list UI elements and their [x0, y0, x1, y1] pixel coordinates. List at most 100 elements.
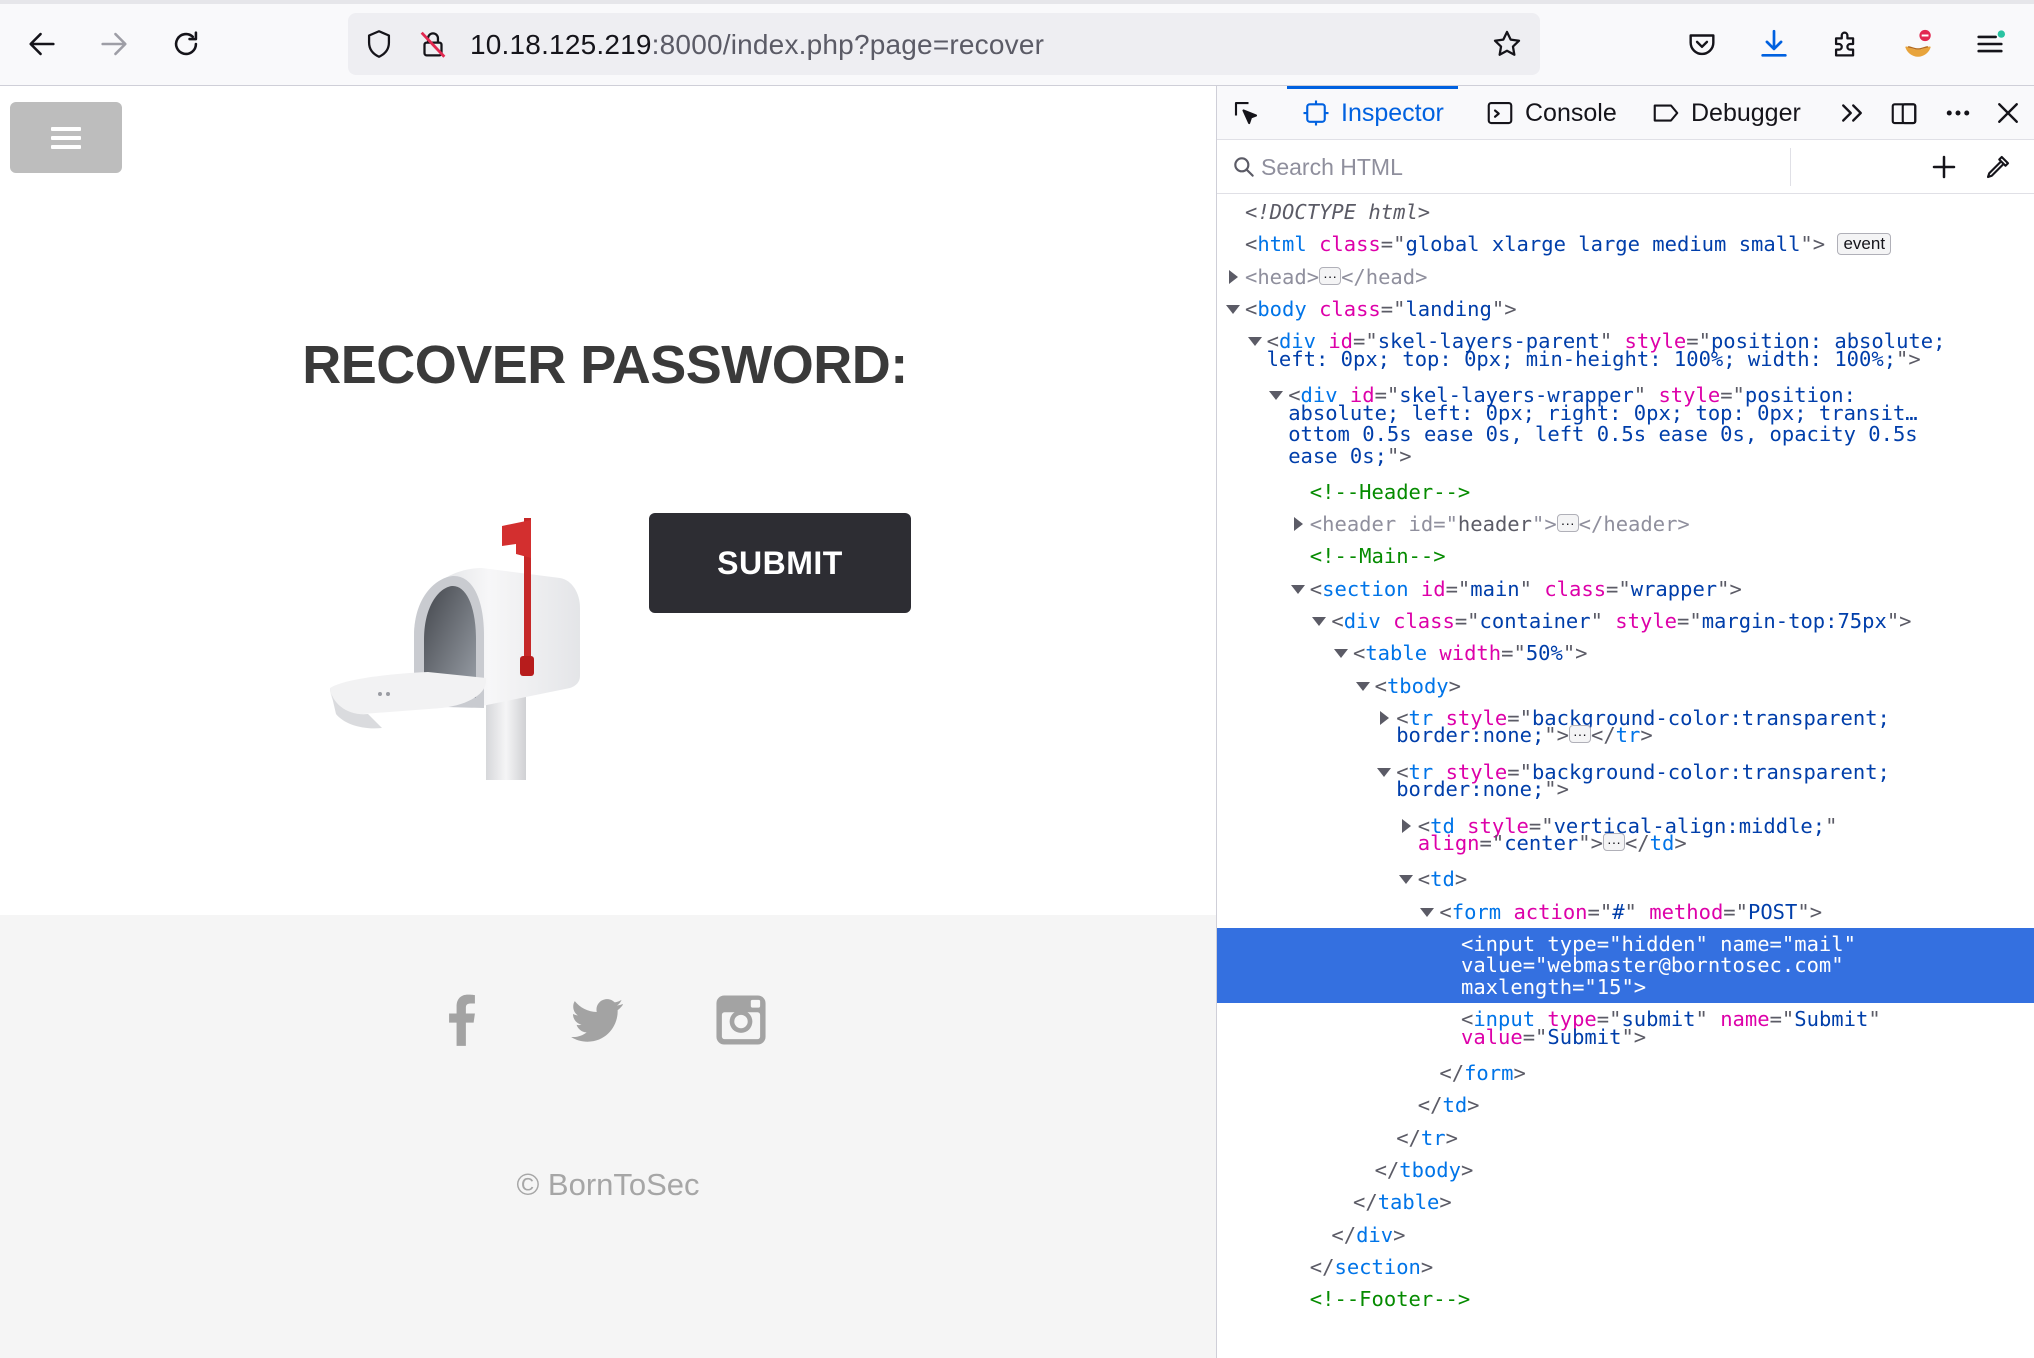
- markup-line: left: 0px; top: 0px; min-height: 100%; w…: [1266, 346, 1921, 371]
- expand-triangle-icon[interactable]: [1398, 875, 1413, 885]
- tab-inspector-label: Inspector: [1341, 98, 1444, 127]
- markup-line: <tbody>: [1374, 673, 1461, 698]
- markup-node[interactable]: </form>: [1217, 1057, 2034, 1089]
- browser-toolbar: 10.18.125.219:8000/index.php?page=recove…: [0, 0, 2034, 86]
- reload-icon[interactable]: [162, 20, 210, 68]
- markup-line: <form action="#" method="POST">: [1439, 899, 1823, 924]
- page-footer: © BornToSec: [0, 915, 1216, 1358]
- markup-line: maxlength="15">: [1461, 974, 1647, 999]
- markup-line: value="webmaster@borntosec.com": [1461, 953, 1844, 978]
- markup-node[interactable]: <table width="50%">: [1217, 637, 2034, 669]
- markup-node[interactable]: value="Submit">: [1217, 1024, 2034, 1049]
- markup-node[interactable]: ease 0s;">: [1217, 444, 2034, 468]
- markup-node[interactable]: <head> ··· </head>: [1217, 261, 2034, 293]
- markup-node[interactable]: border:none;">: [1217, 777, 2034, 802]
- expand-triangle-icon[interactable]: [1420, 907, 1435, 917]
- search-divider: [1790, 148, 1791, 186]
- copyright-text: © BornToSec: [516, 1167, 700, 1202]
- markup-node[interactable]: <!--Main-->: [1217, 540, 2034, 572]
- markup-node[interactable]: ottom 0.5s ease 0s, left 0.5s ease 0s, o…: [1217, 422, 2034, 446]
- markup-node[interactable]: absolute; left: 0px; right: 0px; top: 0p…: [1217, 401, 2034, 425]
- instagram-icon[interactable]: [706, 985, 776, 1055]
- expand-triangle-icon[interactable]: [1312, 617, 1327, 626]
- forward-icon[interactable]: [90, 20, 138, 68]
- markup-node[interactable]: <div class="container" style="margin-top…: [1217, 605, 2034, 637]
- menu-toggle-button[interactable]: [10, 102, 122, 173]
- element-picker-icon[interactable]: [1231, 86, 1261, 140]
- downloads-icon[interactable]: [1750, 20, 1798, 68]
- search-html-input[interactable]: [1261, 152, 1781, 182]
- responsive-design-icon[interactable]: [1889, 86, 1919, 140]
- markup-node[interactable]: </td>: [1217, 1089, 2034, 1121]
- more-tools-chevron-icon[interactable]: [1837, 86, 1867, 140]
- markup-node[interactable]: <body class="landing">: [1217, 293, 2034, 325]
- url-text[interactable]: 10.18.125.219:8000/index.php?page=recove…: [470, 29, 1044, 61]
- markup-line: </td>: [1417, 1093, 1480, 1118]
- markup-node[interactable]: </tr>: [1217, 1122, 2034, 1154]
- markup-line: value="Submit">: [1461, 1024, 1647, 1049]
- pocket-icon[interactable]: [1678, 20, 1726, 68]
- markup-node[interactable]: <header id="header"> ··· </header>: [1217, 508, 2034, 540]
- markup-node[interactable]: <td>: [1217, 863, 2034, 895]
- markup-line: <!--Footer-->: [1309, 1287, 1471, 1312]
- markup-line: <!DOCTYPE html>: [1245, 200, 1431, 224]
- markup-tree: <!DOCTYPE html> <html class="global xlarg…: [1217, 194, 2034, 1358]
- submit-button[interactable]: SUBMIT: [649, 513, 911, 613]
- eyedropper-icon[interactable]: [1983, 152, 2013, 182]
- markup-line: </tbody>: [1374, 1157, 1474, 1182]
- markup-node[interactable]: </table>: [1217, 1186, 2034, 1218]
- markup-node[interactable]: <!--Header-->: [1217, 476, 2034, 508]
- devtools-panel: Inspector Console Debugger <!DOCTYPE htm…: [1216, 86, 2034, 1358]
- markup-line: border:none;"> ··· </tr>: [1396, 723, 1653, 748]
- more-options-icon[interactable]: [1943, 86, 1973, 140]
- markup-node[interactable]: </tbody>: [1217, 1154, 2034, 1186]
- mailbox-image: [330, 518, 580, 780]
- shield-icon[interactable]: [362, 27, 396, 61]
- markup-node[interactable]: align="center"> ··· </td>: [1217, 831, 2034, 855]
- expand-triangle-icon[interactable]: [1355, 681, 1370, 691]
- add-node-icon[interactable]: [1929, 152, 1959, 182]
- page-title: RECOVER PASSWORD:: [302, 335, 908, 395]
- markup-node-selected[interactable]: <input type="hidden" name="mail" value="w…: [1217, 927, 2034, 1004]
- expand-triangle-icon[interactable]: [1247, 337, 1262, 347]
- markup-line: <header id="header"> ··· </header>: [1309, 512, 1690, 537]
- facebook-icon[interactable]: [427, 985, 497, 1055]
- address-bar[interactable]: 10.18.125.219:8000/index.php?page=recove…: [348, 13, 1540, 75]
- markup-node[interactable]: left: 0px; top: 0px; min-height: 100%; w…: [1217, 346, 2034, 371]
- markup-node[interactable]: border:none;"> ··· </tr>: [1217, 723, 2034, 748]
- markup-node[interactable]: <section id="main" class="wrapper">: [1217, 573, 2034, 605]
- markup-node[interactable]: <html class="global xlarge large medium …: [1217, 228, 2034, 260]
- markup-line: border:none;">: [1396, 777, 1569, 802]
- expand-triangle-icon[interactable]: [1377, 767, 1392, 777]
- markup-node[interactable]: <!--Footer-->: [1217, 1283, 2034, 1315]
- markup-line: </section>: [1309, 1254, 1434, 1279]
- markup-node[interactable]: <form action="#" method="POST">: [1217, 896, 2034, 928]
- bookmark-star-icon[interactable]: [1490, 27, 1524, 61]
- markup-line: <section id="main" class="wrapper">: [1309, 576, 1742, 601]
- insecure-lock-icon[interactable]: [416, 27, 450, 61]
- markup-line: <!--Main-->: [1309, 544, 1446, 569]
- page-viewport: RECOVER PASSWORD: SUBMIT © BornToSec: [0, 86, 1216, 1358]
- collapsed-triangle-icon[interactable]: [1229, 269, 1238, 284]
- addon-blocker-icon[interactable]: [1894, 20, 1942, 68]
- tab-inspector[interactable]: Inspector: [1287, 86, 1458, 140]
- collapsed-triangle-icon[interactable]: [1293, 517, 1303, 532]
- markup-line: <div class="container" style="margin-top…: [1331, 609, 1912, 633]
- expand-triangle-icon[interactable]: [1334, 649, 1348, 659]
- tab-debugger[interactable]: Debugger: [1651, 86, 1801, 140]
- tab-console[interactable]: Console: [1485, 86, 1617, 140]
- markup-line: <head> ··· </head>: [1245, 264, 1428, 289]
- back-icon[interactable]: [18, 20, 66, 68]
- expand-triangle-icon[interactable]: [1290, 584, 1305, 594]
- markup-node[interactable]: <!DOCTYPE html>: [1217, 196, 2034, 228]
- extensions-icon[interactable]: [1822, 20, 1870, 68]
- markup-node[interactable]: <tbody>: [1217, 670, 2034, 702]
- expand-triangle-icon[interactable]: [1269, 391, 1284, 400]
- twitter-icon[interactable]: [562, 985, 632, 1055]
- markup-node[interactable]: </section>: [1217, 1251, 2034, 1283]
- markup-node[interactable]: </div>: [1217, 1219, 2034, 1251]
- expand-triangle-icon[interactable]: [1226, 304, 1240, 314]
- markup-line: <!--Header-->: [1309, 479, 1471, 504]
- app-menu-icon[interactable]: [1966, 20, 2014, 68]
- close-devtools-icon[interactable]: [1993, 86, 2023, 140]
